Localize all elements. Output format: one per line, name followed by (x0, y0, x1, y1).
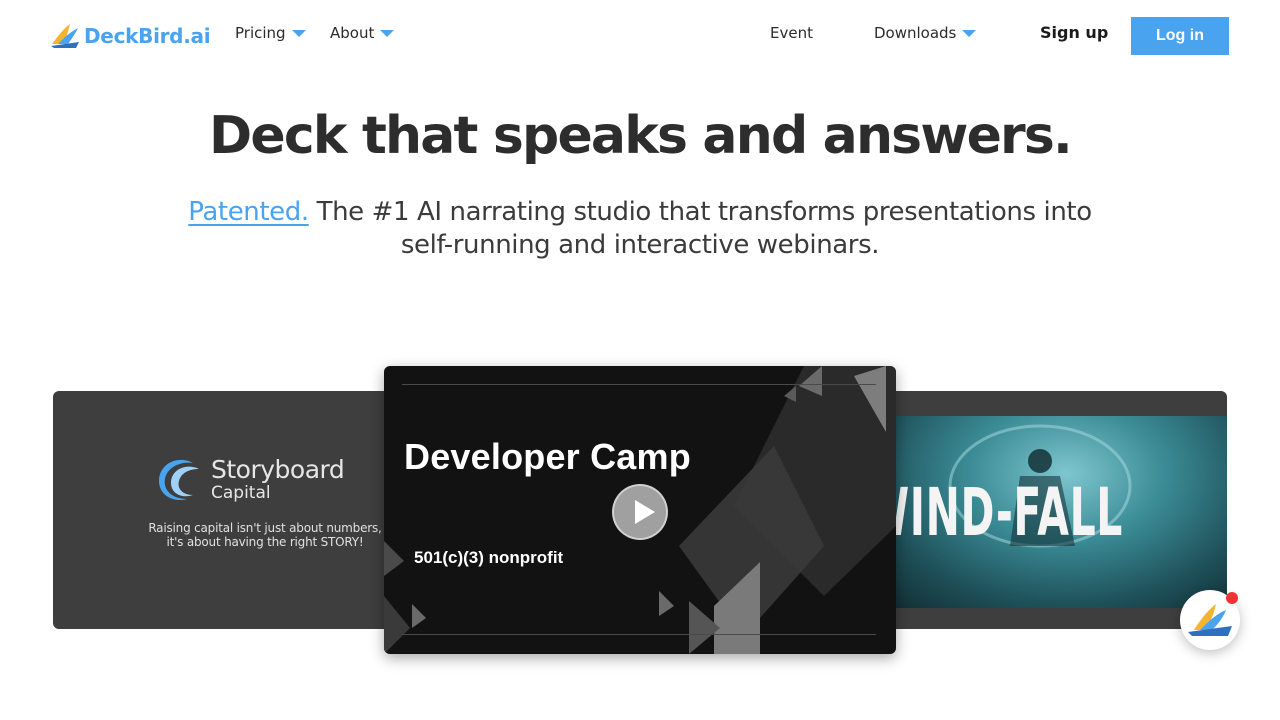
deckbird-logo-icon (51, 24, 79, 48)
nav-pricing-label: Pricing (235, 24, 286, 42)
login-button[interactable]: Log in (1131, 17, 1229, 55)
nav-downloads[interactable]: Downloads (874, 24, 977, 42)
signup-link[interactable]: Sign up (1040, 23, 1108, 42)
nav-about[interactable]: About (330, 24, 395, 42)
developer-camp-subtitle: 501(c)(3) nonprofit (414, 548, 564, 567)
windfall-title: WIND-FALL (870, 474, 1123, 551)
chevron-down-icon (380, 30, 395, 37)
patented-link[interactable]: Patented. (188, 197, 309, 227)
logo-text: DeckBird.ai (84, 24, 211, 48)
notification-badge (1226, 592, 1238, 604)
carousel-card-windfall[interactable]: WIND-FALL (870, 391, 1227, 629)
nav-pricing[interactable]: Pricing (235, 24, 306, 42)
storyboard-name: Storyboard Capital (211, 455, 345, 504)
developer-camp-bottom-rule (402, 634, 876, 635)
developer-camp-top-rule (402, 384, 876, 385)
chevron-down-icon (291, 30, 306, 37)
chevron-down-icon (962, 30, 977, 37)
nav-about-label: About (330, 24, 375, 42)
storyboard-name-line2: Capital (211, 483, 271, 503)
hero-subtitle: Patented. The #1 AI narrating studio tha… (180, 196, 1100, 262)
chat-widget-button[interactable] (1180, 590, 1240, 650)
nav-downloads-label: Downloads (874, 24, 957, 42)
nav-event[interactable]: Event (770, 24, 813, 42)
storyboard-tagline-line2: it's about having the right STORY! (166, 535, 364, 549)
nav-event-label: Event (770, 24, 813, 42)
developer-camp-title: Developer Camp (404, 436, 691, 477)
top-nav: DeckBird.ai Pricing About Event Download… (0, 0, 1280, 72)
storyboard-logo: Storyboard Capital (153, 455, 345, 505)
hero-title: Deck that speaks and answers. (209, 106, 1073, 166)
carousel-card-storyboard[interactable]: Storyboard Capital Raising capital isn't… (53, 391, 413, 629)
storyboard-tagline: Raising capital isn't just about numbers… (53, 521, 413, 549)
storyboard-name-line1: Storyboard (211, 455, 345, 484)
logo[interactable]: DeckBird.ai (50, 20, 211, 52)
hero-subtitle-text: The #1 AI narrating studio that transfor… (308, 197, 1093, 260)
storyboard-tagline-line1: Raising capital isn't just about numbers… (148, 521, 382, 535)
play-icon[interactable] (612, 484, 668, 540)
windfall-background-image: WIND-FALL (870, 416, 1227, 608)
storyboard-swirl-icon (159, 459, 199, 501)
carousel-card-developer-camp[interactable]: Developer Camp 501(c)(3) nonprofit (384, 366, 896, 654)
